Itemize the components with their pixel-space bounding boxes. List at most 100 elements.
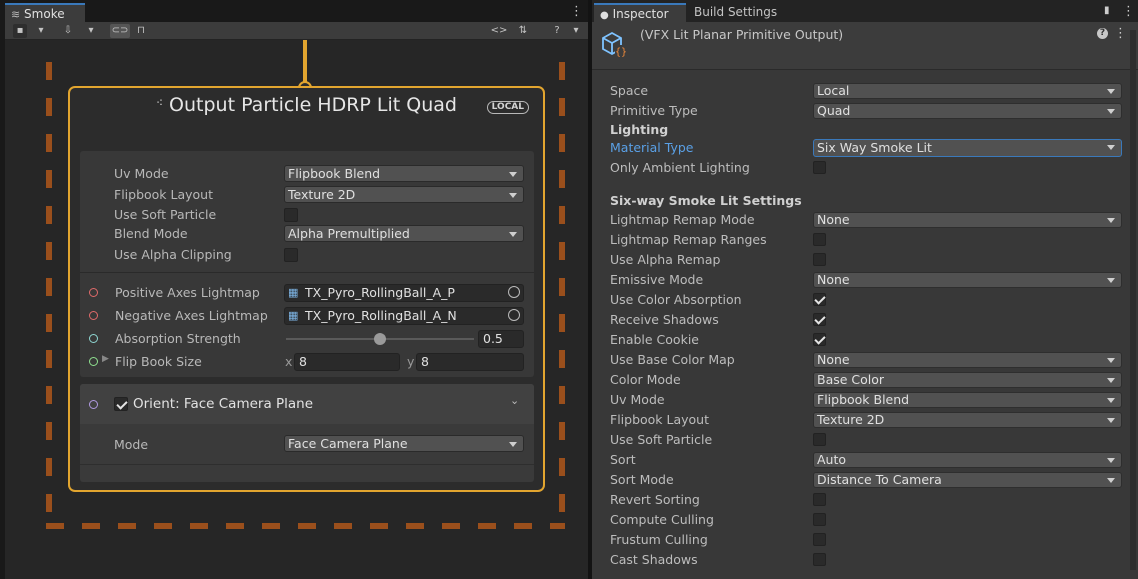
material-type-label: Material Type xyxy=(610,140,694,155)
use-soft-particle-checkbox[interactable] xyxy=(813,433,826,446)
divider xyxy=(80,272,534,273)
prop-label: Uv Mode xyxy=(114,166,169,181)
lightmap-remap-mode-dropdown[interactable]: None xyxy=(813,212,1122,228)
use-soft-particle-checkbox[interactable] xyxy=(284,208,298,222)
vfx-output-icon: {} xyxy=(600,30,628,58)
more-menu-icon[interactable]: ⋮ xyxy=(570,4,583,19)
revert-sorting-checkbox[interactable] xyxy=(813,493,826,506)
use-base-color-map-dropdown[interactable]: None xyxy=(813,352,1122,368)
prop-label: Space xyxy=(610,83,649,98)
emissive-mode-dropdown[interactable]: None xyxy=(813,272,1122,288)
negative-lightmap-field[interactable]: ▦ TX_Pyro_RollingBall_A_N xyxy=(284,307,524,325)
component-menu-icon[interactable]: ⋮ xyxy=(1114,26,1127,41)
object-picker-icon[interactable] xyxy=(508,309,520,321)
save-icon[interactable]: ▪ xyxy=(13,24,27,38)
orient-block[interactable]: Orient: Face Camera Plane ⌄ Mode Face Ca… xyxy=(80,384,534,482)
section-header-sixway: Six-way Smoke Lit Settings xyxy=(610,193,802,208)
prop-label: Blend Mode xyxy=(114,226,188,241)
prop-label: Frustum Culling xyxy=(610,532,708,547)
sort-dropdown[interactable]: Auto xyxy=(813,452,1122,468)
graph-tab-bar: ≋ Smoke ⋮ xyxy=(0,0,588,22)
x-label: x xyxy=(285,354,293,369)
prop-label: Receive Shadows xyxy=(610,312,719,327)
color-mode-dropdown[interactable]: Base Color xyxy=(813,372,1122,388)
material-type-dropdown[interactable]: Six Way Smoke Lit xyxy=(813,139,1122,157)
blend-mode-dropdown[interactable]: Alpha Premultiplied xyxy=(284,225,524,242)
y-label: y xyxy=(407,354,415,369)
node-settings: Uv Mode Flipbook Blend Flipbook Layout T… xyxy=(80,151,534,377)
prop-label: Compute Culling xyxy=(610,512,714,527)
help-icon[interactable]: ? xyxy=(1097,28,1108,39)
inspector-scrollbar[interactable] xyxy=(1130,30,1136,570)
lock-icon[interactable]: ⊓ xyxy=(135,24,147,38)
use-color-absorption-checkbox[interactable] xyxy=(813,293,826,306)
vfx-graph-window: ≋ Smoke ⋮ ▪ ▾ ⇩ ▾ ⊂⊃ ⊓ <> ⇅ ? ▾ ⁖ Output … xyxy=(0,0,588,579)
flipbook-x-field[interactable]: 8 xyxy=(294,353,400,371)
positive-lightmap-field[interactable]: ▦ TX_Pyro_RollingBall_A_P xyxy=(284,284,524,302)
output-particle-node[interactable]: ⁖ Output Particle HDRP Lit Quad LOCAL Uv … xyxy=(68,86,545,492)
lock-icon[interactable]: ▮ xyxy=(1104,5,1110,16)
inspector-header: {} (VFX Lit Planar Primitive Output) ? ⋮ xyxy=(592,22,1138,70)
flipbook-y-field[interactable]: 8 xyxy=(416,353,524,371)
tab-inspector[interactable]: ● Inspector xyxy=(594,3,686,22)
flipbook-layout-dropdown[interactable]: Texture 2D xyxy=(813,412,1122,428)
prop-label: Use Color Absorption xyxy=(610,292,742,307)
block-port[interactable] xyxy=(89,400,98,409)
input-label: Flip Book Size xyxy=(115,354,202,369)
orient-enabled-checkbox[interactable] xyxy=(114,397,128,411)
use-alpha-clipping-checkbox[interactable] xyxy=(284,248,298,262)
input-port-flipbook[interactable] xyxy=(89,357,98,366)
inspector-window: ● Inspector Build Settings ▮ ⋮ {} (VFX L… xyxy=(592,0,1138,579)
divider xyxy=(80,464,534,465)
prop-label: Use Alpha Remap xyxy=(610,252,721,267)
space-dropdown[interactable]: Local xyxy=(813,83,1122,99)
absorption-strength-field[interactable]: 0.5 xyxy=(478,330,524,348)
cast-shadows-checkbox[interactable] xyxy=(813,553,826,566)
only-ambient-lighting-checkbox[interactable] xyxy=(813,161,826,174)
collapse-chevron-icon[interactable]: ⌄ xyxy=(510,394,519,407)
compute-culling-checkbox[interactable] xyxy=(813,513,826,526)
space-badge[interactable]: LOCAL xyxy=(486,101,529,114)
prop-label: Color Mode xyxy=(610,372,681,387)
tab-build-settings[interactable]: Build Settings xyxy=(688,3,788,22)
input-port-negative[interactable] xyxy=(89,311,98,320)
vfx-icon: ≋ xyxy=(11,8,21,21)
expand-arrow-icon[interactable]: ▶ xyxy=(102,354,109,364)
input-label: Positive Axes Lightmap xyxy=(115,285,260,300)
orient-block-title: Orient: Face Camera Plane xyxy=(133,396,314,412)
export-dropdown-icon[interactable]: ▾ xyxy=(85,24,97,38)
enable-cookie-checkbox[interactable] xyxy=(813,333,826,346)
more-menu-icon[interactable]: ⋮ xyxy=(1122,4,1135,19)
object-picker-icon[interactable] xyxy=(508,286,520,298)
code-icon[interactable]: <> xyxy=(488,24,510,38)
link-icon[interactable]: ⊂⊃ xyxy=(110,24,130,38)
receive-shadows-checkbox[interactable] xyxy=(813,313,826,326)
export-icon[interactable]: ⇩ xyxy=(61,24,75,38)
prop-label: Revert Sorting xyxy=(610,492,700,507)
absorption-slider-thumb[interactable] xyxy=(374,333,386,345)
help-dropdown-icon[interactable]: ▾ xyxy=(570,24,582,38)
prop-label: Sort Mode xyxy=(610,472,674,487)
prop-label: Enable Cookie xyxy=(610,332,699,347)
frustum-culling-checkbox[interactable] xyxy=(813,533,826,546)
use-alpha-remap-checkbox[interactable] xyxy=(813,253,826,266)
tab-smoke[interactable]: ≋ Smoke xyxy=(5,3,85,22)
sort-mode-dropdown[interactable]: Distance To Camera xyxy=(813,472,1122,488)
primitive-type-dropdown[interactable]: Quad xyxy=(813,103,1122,119)
help-icon[interactable]: ? xyxy=(550,24,564,38)
tune-icon[interactable]: ⇅ xyxy=(515,24,531,38)
inspector-tab-bar: ● Inspector Build Settings ▮ ⋮ xyxy=(592,0,1138,22)
flipbook-layout-dropdown[interactable]: Texture 2D xyxy=(284,186,524,203)
lightmap-remap-ranges-checkbox[interactable] xyxy=(813,233,826,246)
uv-mode-dropdown[interactable]: Flipbook Blend xyxy=(813,392,1122,408)
prop-label: Lightmap Remap Ranges xyxy=(610,232,767,247)
node-title: ⁖ Output Particle HDRP Lit Quad xyxy=(156,94,457,116)
input-port-absorption[interactable] xyxy=(89,334,98,343)
input-port-positive[interactable] xyxy=(89,288,98,297)
prop-label: Uv Mode xyxy=(610,392,665,407)
section-header-lighting: Lighting xyxy=(610,122,669,137)
save-dropdown-icon[interactable]: ▾ xyxy=(35,24,47,38)
uv-mode-dropdown[interactable]: Flipbook Blend xyxy=(284,165,524,182)
prop-label: Emissive Mode xyxy=(610,272,704,287)
orient-mode-dropdown[interactable]: Face Camera Plane xyxy=(284,435,524,452)
